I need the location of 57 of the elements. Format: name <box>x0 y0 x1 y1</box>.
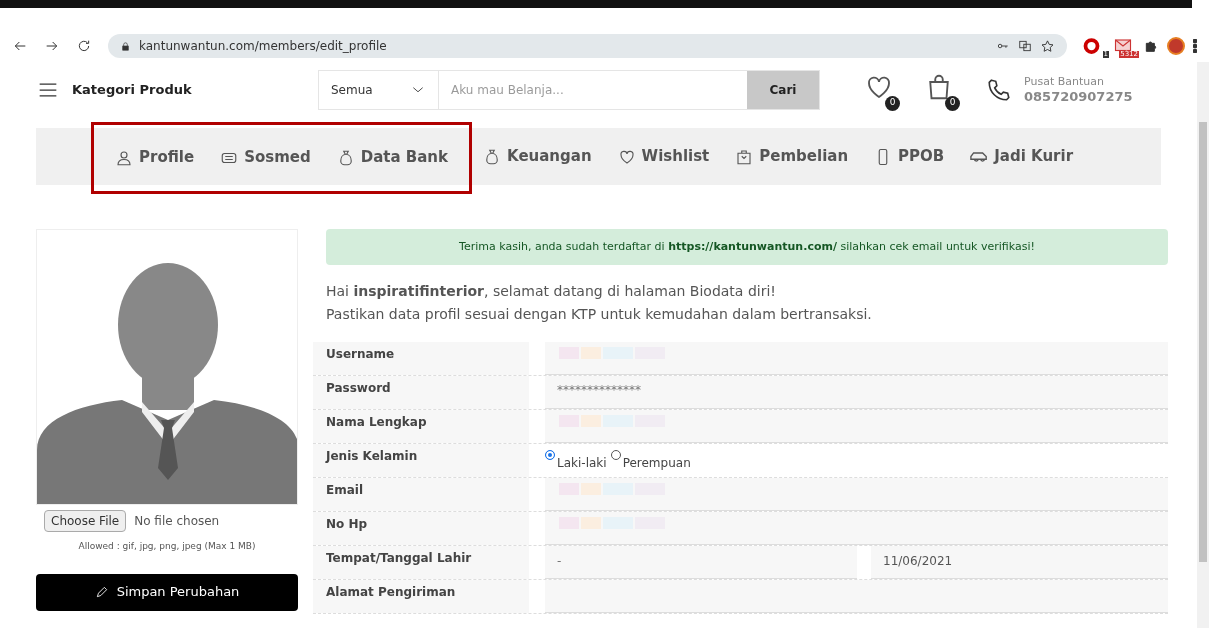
field-label: No Hp <box>313 512 529 545</box>
input-field[interactable]: - <box>545 546 857 579</box>
nav-tab[interactable]: Keuangan <box>483 145 592 168</box>
url-text: kantunwantun.com/members/edit_profile <box>139 38 387 55</box>
reload-icon <box>76 38 92 54</box>
greeting-text: Pastikan data profil sesuai dengan KTP untuk kemudahan dalam bertransaksi. <box>326 305 873 324</box>
help-label: Pusat Bantuan <box>1024 75 1105 89</box>
nav-tab[interactable]: Wishlist <box>617 145 710 168</box>
upload-hint: Allowed : gif, jpg, png, jpeg (Max 1 MB) <box>77 540 257 553</box>
radio-label: Laki-laki <box>557 455 607 472</box>
field-label: Username <box>313 342 529 375</box>
file-status: No file chosen <box>134 513 220 530</box>
pencil-icon <box>94 585 109 599</box>
success-alert: Terima kasih, anda sudah terdaftar di https://kantunwantun.com/ silahkan cek email untuk verifikasi! <box>326 229 1168 265</box>
input-field[interactable]: ************** <box>545 376 1168 409</box>
lock-icon <box>120 40 131 52</box>
input-field[interactable] <box>545 580 1168 613</box>
nav-tab[interactable]: PPOB <box>874 145 945 168</box>
phone-icon <box>986 77 1012 103</box>
star-icon <box>1040 38 1055 54</box>
search-button[interactable]: Cari <box>747 71 819 109</box>
greeting-text: Hai inspiratifinterior, selamat datang di halaman Biodata diri! <box>326 282 777 301</box>
field-label: Nama Lengkap <box>313 410 529 443</box>
help-phone[interactable]: 085720907275 <box>1024 88 1133 105</box>
car-icon <box>970 151 989 162</box>
address-bar[interactable]: kantunwantun.com/members/edit_profile <box>108 34 1067 58</box>
field-label: Password <box>313 376 529 409</box>
count-badge: 0 <box>885 95 900 111</box>
puzzle-icon <box>1143 38 1159 54</box>
input-field[interactable] <box>545 342 1168 375</box>
radio-button[interactable] <box>545 450 555 460</box>
input-field[interactable] <box>545 410 1168 443</box>
profile-avatar[interactable] <box>1167 37 1185 55</box>
radio-button[interactable] <box>610 450 621 460</box>
count-badge: 0 <box>945 95 960 111</box>
field-label: Jenis Kelamin <box>313 444 529 477</box>
field-label: Alamat Pengiriman <box>313 580 529 613</box>
nav-tab[interactable]: Data Bank <box>336 146 449 169</box>
person-icon <box>115 148 133 167</box>
search-bar[interactable]: Semua Aku mau Belanja... Cari <box>318 70 820 110</box>
date-field[interactable]: 11/06/2021 <box>871 546 1168 579</box>
nav-tab[interactable]: Jadi Kurir <box>970 145 1074 168</box>
save-button[interactable]: Simpan Perubahan <box>36 573 298 611</box>
category-label[interactable]: Kategori Produk <box>72 80 192 100</box>
field-label: Email <box>313 478 529 511</box>
radio-label: Perempuan <box>622 455 691 472</box>
nav-tab[interactable]: Sosmed <box>220 146 311 169</box>
input-field[interactable] <box>545 478 1168 511</box>
nav-tab[interactable]: Profile <box>115 146 195 169</box>
field-label: Tempat/Tanggal Lahir <box>313 546 529 579</box>
scrollbar[interactable] <box>1197 62 1209 628</box>
nav-tab[interactable]: Pembelian <box>735 145 849 168</box>
choose-file-button[interactable]: Choose File <box>44 510 127 532</box>
input-field[interactable] <box>545 512 1168 545</box>
translate-icon <box>1018 39 1032 53</box>
menu-dots-icon <box>1193 39 1197 53</box>
box-icon <box>735 147 754 166</box>
